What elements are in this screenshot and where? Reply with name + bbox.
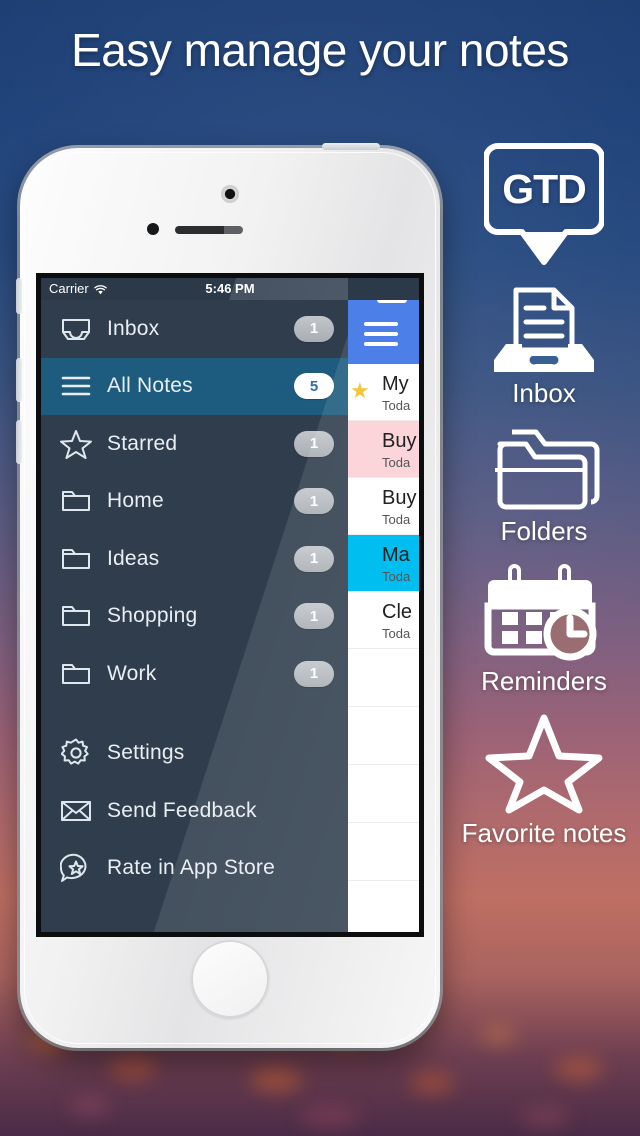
power-button[interactable] — [322, 143, 380, 150]
sidebar-item-rate-in-app-store[interactable]: Rate in App Store — [41, 840, 348, 898]
note-row[interactable]: Cle Toda — [348, 592, 419, 649]
sidebar-item-label: Starred — [107, 431, 178, 455]
star-outline-icon — [485, 714, 603, 814]
feature-inbox: Inbox — [448, 284, 640, 408]
note-subtitle: Toda — [382, 626, 411, 641]
gtd-badge-text: GTD — [502, 166, 587, 212]
status-bar: Carrier 5:46 PM — [41, 278, 419, 300]
sidebar-item-badge: 1 — [294, 488, 334, 515]
feature-label-reminders: Reminders — [481, 666, 607, 696]
hamburger-icon — [59, 369, 93, 403]
note-row-empty — [348, 881, 419, 932]
volume-up-button[interactable] — [16, 420, 22, 464]
sidebar-item-label: Home — [107, 489, 164, 513]
folder-icon — [59, 542, 93, 576]
sidebar-item-shopping[interactable]: Shopping 1 — [41, 588, 348, 646]
calendar-clock-icon — [484, 564, 597, 661]
note-row-empty — [348, 649, 419, 707]
note-row[interactable]: Buy Toda — [348, 421, 419, 478]
page-title: Easy manage your notes — [71, 24, 569, 76]
mute-switch[interactable] — [16, 278, 22, 314]
feature-gtd: GTD — [448, 140, 640, 268]
note-row[interactable]: Buy Toda — [348, 478, 419, 535]
feature-label-folders: Folders — [500, 516, 588, 546]
note-title: Ma — [382, 544, 410, 566]
sidebar-item-badge: 5 — [294, 373, 334, 400]
sidebar-item-label: Work — [107, 661, 157, 685]
gtd-badge-icon: GTD — [484, 140, 604, 268]
home-button[interactable] — [191, 940, 269, 1018]
sidebar-item-starred[interactable]: Starred 1 — [41, 415, 348, 473]
speech-bubble-star-icon — [59, 851, 93, 885]
star-icon: ★ — [350, 378, 370, 403]
gear-icon — [59, 736, 93, 770]
folder-icon — [59, 484, 93, 518]
note-subtitle: Toda — [382, 398, 411, 413]
note-row[interactable]: Ma Toda — [348, 535, 419, 592]
note-row-empty — [348, 823, 419, 881]
sidebar-drawer: Inbox 1 All Notes 5 Starred 1 Home 1 Ideas 1 Shopp… — [41, 300, 348, 932]
sidebar-divider-gap — [41, 703, 348, 725]
note-subtitle: Toda — [382, 455, 411, 470]
sidebar-item-label: Rate in App Store — [107, 856, 276, 880]
sidebar-item-send-feedback[interactable]: Send Feedback — [41, 782, 348, 840]
sidebar-item-badge: 1 — [294, 430, 334, 457]
folder-icon — [59, 599, 93, 633]
folder-icon — [59, 657, 93, 691]
sidebar-item-badge: 1 — [294, 660, 334, 687]
feature-list: GTD Inbox Folders Reminders Favorite not… — [448, 140, 640, 848]
sidebar-item-label: Send Feedback — [107, 798, 257, 822]
sidebar-item-settings[interactable]: Settings — [41, 725, 348, 783]
sidebar-item-label: Inbox — [107, 316, 160, 340]
proximity-sensor — [147, 223, 159, 235]
folders-icon — [495, 429, 600, 510]
feature-label-favorites: Favorite notes — [461, 818, 627, 848]
sidebar-item-ideas[interactable]: Ideas 1 — [41, 530, 348, 588]
sidebar-item-badge: 1 — [294, 545, 334, 572]
sidebar-item-all-notes[interactable]: All Notes 5 — [41, 357, 348, 415]
sidebar-item-work[interactable]: Work 1 — [41, 645, 348, 703]
feature-favorites: Favorite notes — [448, 710, 640, 848]
note-row-empty — [348, 707, 419, 765]
note-title: Buy — [382, 430, 417, 452]
note-title: Cle — [382, 601, 413, 623]
earpiece-speaker — [175, 226, 243, 234]
phone-mockup: ★ My Toda Buy Toda Buy Toda Ma Toda Cle Toda Inbox… — [16, 143, 440, 1048]
note-subtitle: Toda — [382, 569, 411, 584]
feature-label-inbox: Inbox — [512, 378, 576, 408]
notes-list-panel: ★ My Toda Buy Toda Buy Toda Ma Toda Cle Toda — [348, 278, 419, 932]
phone-screen: ★ My Toda Buy Toda Buy Toda Ma Toda Cle Toda Inbox… — [41, 278, 419, 932]
inbox-tray-icon — [59, 312, 93, 346]
sidebar-item-label: Ideas — [107, 546, 160, 570]
feature-folders: Folders — [448, 422, 640, 546]
feature-reminders: Reminders — [448, 560, 640, 696]
sidebar-item-badge: 1 — [294, 315, 334, 342]
note-row-empty — [348, 765, 419, 823]
front-camera — [221, 185, 239, 203]
sidebar-item-label: Shopping — [107, 604, 198, 628]
hamburger-icon[interactable] — [364, 322, 398, 352]
volume-down-button[interactable] — [16, 358, 22, 402]
note-title: My — [382, 373, 409, 395]
status-bar-time: 5:46 PM — [205, 281, 255, 296]
sidebar-item-label: All Notes — [107, 374, 193, 398]
sidebar-item-inbox[interactable]: Inbox 1 — [41, 300, 348, 358]
sidebar-item-label: Settings — [107, 741, 185, 765]
sidebar-item-home[interactable]: Home 1 — [41, 473, 348, 531]
envelope-icon — [59, 794, 93, 828]
note-title: Buy — [382, 487, 417, 509]
inbox-tray-icon — [494, 287, 594, 372]
sidebar-item-badge: 1 — [294, 603, 334, 630]
note-subtitle: Toda — [382, 512, 411, 527]
star-icon — [59, 427, 93, 461]
note-row[interactable]: ★ My Toda — [348, 364, 419, 421]
